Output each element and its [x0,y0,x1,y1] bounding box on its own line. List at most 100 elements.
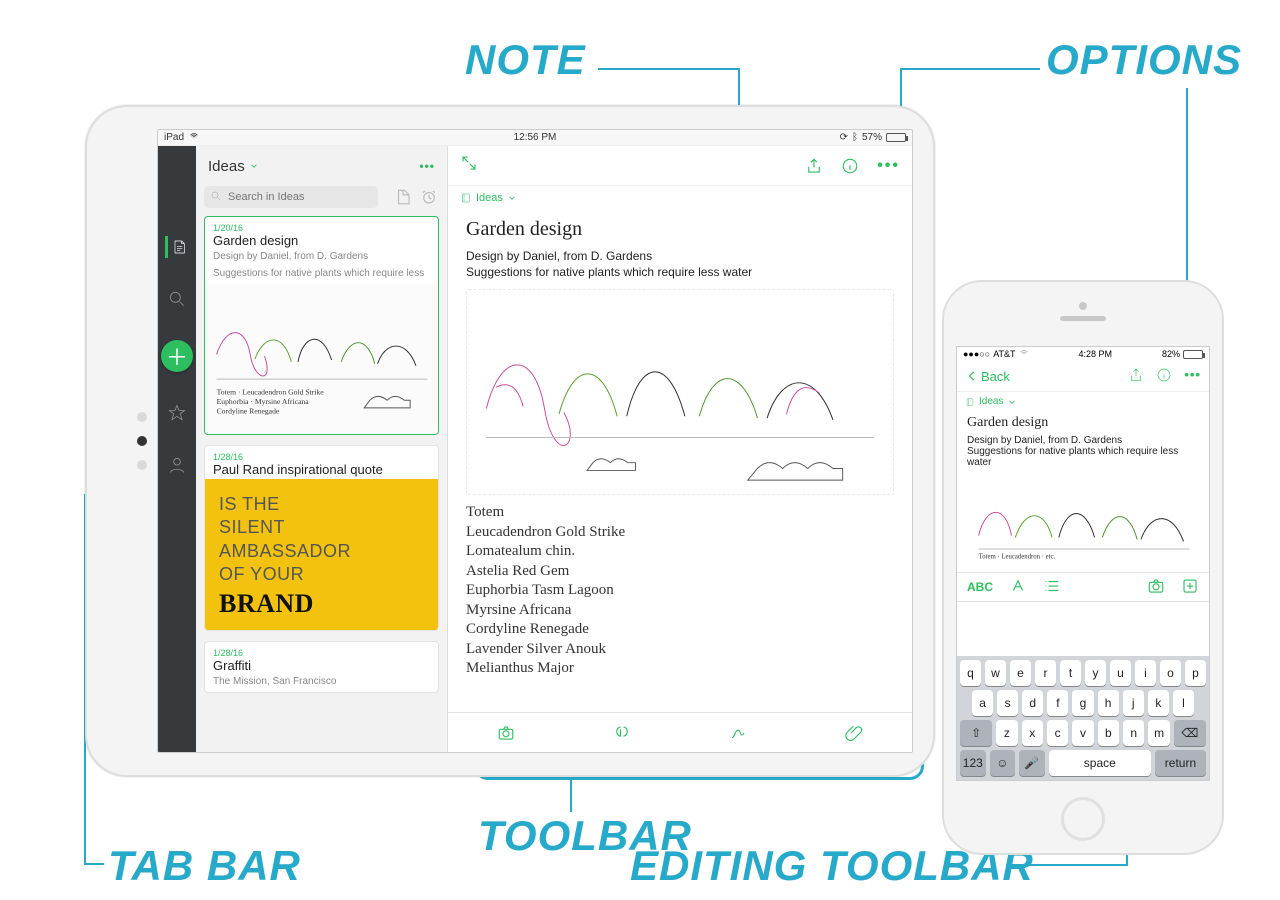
svg-text:Cordyline Renegade: Cordyline Renegade [216,407,279,416]
keyboard-toggle[interactable]: ABC [967,580,993,594]
key-p[interactable]: p [1185,660,1206,686]
note-subline: Suggestions for native plants which requ… [967,446,1199,468]
key-backspace[interactable]: ⌫ [1174,720,1206,746]
key-g[interactable]: g [1072,690,1093,716]
note-card[interactable]: 1/28/16 Graffiti The Mission, San Franci… [204,641,439,693]
add-attachment-icon[interactable] [1181,577,1199,598]
key-u[interactable]: u [1110,660,1131,686]
key-r[interactable]: r [1035,660,1056,686]
note-card-title: Graffiti [205,658,438,675]
key-m[interactable]: m [1148,720,1169,746]
key-h[interactable]: h [1098,690,1119,716]
share-icon[interactable] [1128,367,1144,386]
audio-icon[interactable] [613,724,631,742]
back-button[interactable]: Back [965,369,1010,384]
status-battery-pct: 57% [862,132,882,143]
tab-notes[interactable] [165,236,187,258]
key-w[interactable]: w [985,660,1006,686]
status-carrier: AT&T [993,349,1015,359]
note-breadcrumb[interactable]: Ideas [957,391,1209,407]
note-breadcrumb[interactable]: Ideas [448,186,912,204]
key-return[interactable]: return [1155,750,1206,776]
chevron-down-icon [249,161,259,171]
chevron-down-icon [1007,397,1017,407]
wifi-icon [188,132,200,143]
note-subline: Suggestions for native plants which requ… [466,265,894,279]
iphone-screen: ●●●○○ AT&T 4:28 PM 82% Back [956,346,1210,781]
note-list: Ideas ••• [196,146,448,752]
reminder-icon[interactable] [419,187,439,207]
key-i[interactable]: i [1135,660,1156,686]
attachment-icon[interactable] [845,724,863,742]
key-f[interactable]: f [1047,690,1068,716]
key-k[interactable]: k [1148,690,1169,716]
note-card[interactable]: 1/20/16 Garden design Design by Daniel, … [204,216,439,435]
share-icon[interactable] [805,157,823,175]
info-icon[interactable] [1156,367,1172,386]
notebook-icon [460,192,472,204]
callout-line [84,863,104,865]
key-s[interactable]: s [997,690,1018,716]
list-icon[interactable] [1043,577,1061,598]
notebook-icon [965,397,975,407]
note-title: Garden design [967,415,1199,431]
signal-dots-icon: ●●●○○ [963,349,990,359]
key-e[interactable]: e [1010,660,1031,686]
key-q[interactable]: q [960,660,981,686]
brand-line: IS THE [219,493,424,516]
key-mic[interactable]: 🎤 [1019,750,1045,776]
tab-account[interactable] [166,454,188,476]
wifi-icon [1019,349,1029,359]
key-n[interactable]: n [1123,720,1144,746]
tab-add-note[interactable]: ＋ [161,340,193,372]
info-icon[interactable] [841,157,859,175]
note-body[interactable]: Garden design Design by Daniel, from D. … [957,407,1209,572]
iphone-status-bar: ●●●○○ AT&T 4:28 PM 82% [957,347,1209,361]
tag-icon[interactable] [393,187,413,207]
notelist-more[interactable]: ••• [419,159,435,173]
camera-icon[interactable] [497,724,515,742]
camera-icon[interactable] [1147,577,1165,598]
note-body[interactable]: Garden design Design by Daniel, from D. … [448,204,912,712]
key-t[interactable]: t [1060,660,1081,686]
key-emoji[interactable]: ☺ [990,750,1016,776]
note-card[interactable]: 1/28/16 Paul Rand inspirational quote IS… [204,445,439,631]
key-j[interactable]: j [1123,690,1144,716]
key-space[interactable]: space [1049,750,1151,776]
svg-text:Totem · Leucadendron Gold Stri: Totem · Leucadendron Gold Strike [216,387,324,396]
key-a[interactable]: a [972,690,993,716]
chevron-down-icon [507,193,517,203]
expand-icon[interactable] [460,154,478,177]
sketch-icon[interactable] [729,724,747,742]
options-icon[interactable]: ••• [877,157,900,175]
key-y[interactable]: y [1085,660,1106,686]
note-card-title: Garden design [205,233,438,250]
key-l[interactable]: l [1173,690,1194,716]
key-d[interactable]: d [1022,690,1043,716]
key-shift[interactable]: ⇧ [960,720,992,746]
notebook-title-dropdown[interactable]: Ideas [208,158,259,175]
text-style-icon[interactable] [1009,577,1027,598]
callout-line [598,68,738,70]
svg-text:Euphorbia · Myrsine Africana: Euphorbia · Myrsine Africana [216,397,309,406]
iphone-navbar: Back ••• [957,361,1209,391]
note-card-thumb: Totem · Leucadendron Gold Strike Euphorb… [205,284,438,434]
key-123[interactable]: 123 [960,750,986,776]
note-card-snippet: The Mission, San Francisco [205,675,438,692]
key-b[interactable]: b [1098,720,1119,746]
garden-illustration: Totem · Leucadendron · etc. [967,474,1199,568]
note-card-snippet: Suggestions for native plants which requ… [205,267,438,284]
iphone-device: ●●●○○ AT&T 4:28 PM 82% Back [942,280,1224,855]
options-icon[interactable]: ••• [1184,367,1201,386]
key-c[interactable]: c [1047,720,1068,746]
brand-line: OF YOUR [219,563,424,586]
search-input[interactable] [204,186,378,208]
key-z[interactable]: z [996,720,1017,746]
callout-tabbar: TAB BAR [108,842,301,890]
search-icon [210,190,222,202]
tab-search[interactable] [166,288,188,310]
key-v[interactable]: v [1072,720,1093,746]
key-o[interactable]: o [1160,660,1181,686]
tab-shortcuts[interactable] [166,402,188,424]
key-x[interactable]: x [1022,720,1043,746]
